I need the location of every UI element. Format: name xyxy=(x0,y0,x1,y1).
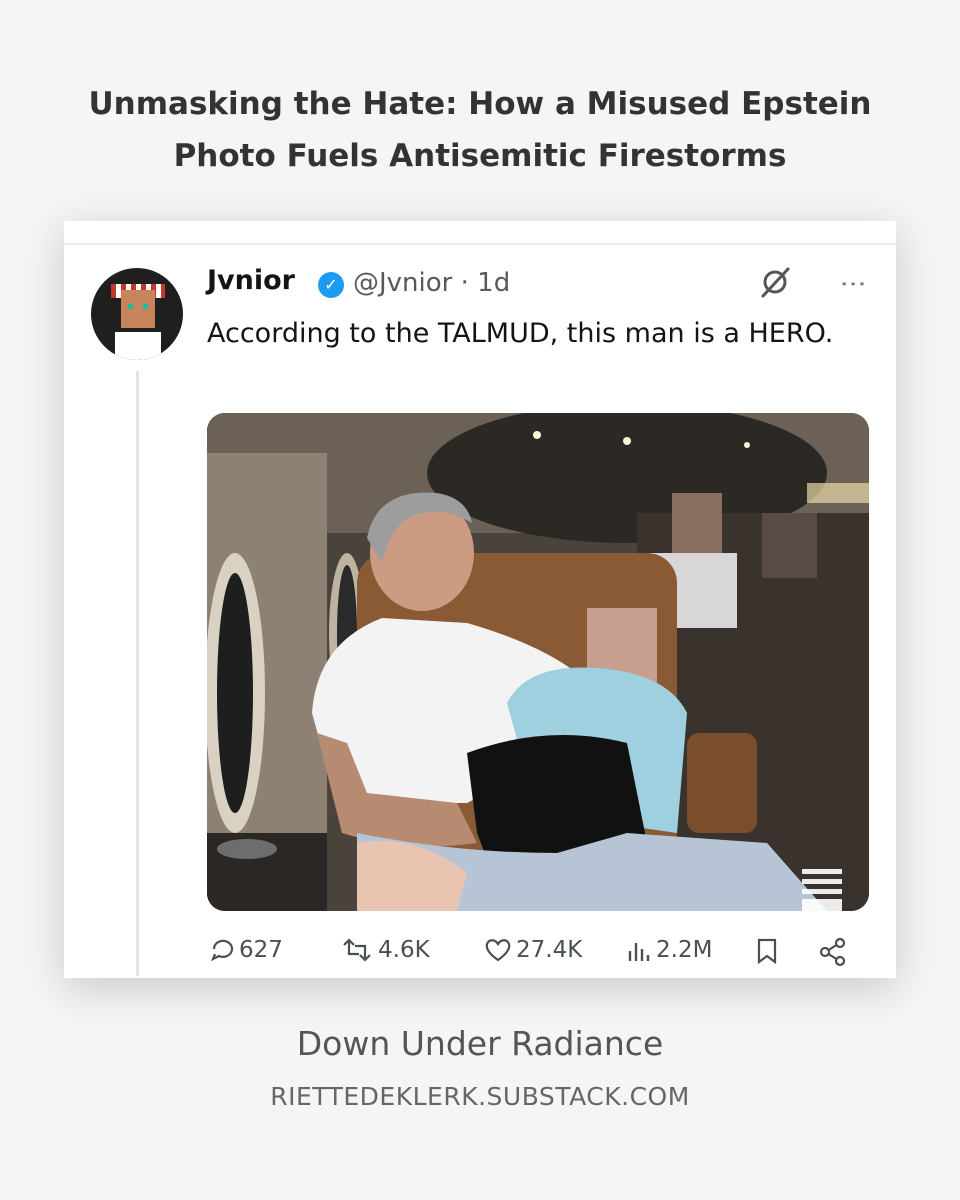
heart-icon xyxy=(485,939,511,962)
thread-line xyxy=(136,371,139,976)
like-button[interactable]: 27.4K xyxy=(484,937,582,963)
repost-icon xyxy=(343,938,371,962)
like-count: 27.4K xyxy=(516,937,583,963)
avatar[interactable] xyxy=(91,268,183,360)
verified-badge-icon: ✓ xyxy=(318,272,344,298)
more-options-icon[interactable]: ⋮ xyxy=(838,271,868,294)
share-button[interactable] xyxy=(818,937,848,967)
reply-count: 627 xyxy=(239,937,283,963)
share-icon xyxy=(819,937,846,967)
publication-name: Down Under Radiance xyxy=(296,1024,664,1063)
tweet-action-bar: 627 4.6K 27.4K 2.2M xyxy=(64,937,896,977)
post-headline: Unmasking the Hate: How a Misused Epstei… xyxy=(60,78,900,182)
tweet-handle-time[interactable]: @Jvnior · 1d xyxy=(353,268,510,298)
jet-cabin-photo xyxy=(207,413,869,911)
repost-count: 4.6K xyxy=(378,937,430,963)
repost-button[interactable]: 4.6K xyxy=(340,937,430,963)
divider xyxy=(64,243,896,245)
views-button[interactable]: 2.2M xyxy=(626,937,712,963)
tweet-photo[interactable] xyxy=(207,413,869,911)
bookmark-icon xyxy=(757,938,777,965)
reply-button[interactable]: 627 xyxy=(209,937,283,963)
tweet-display-name[interactable]: Jvnior xyxy=(207,265,295,296)
views-count: 2.2M xyxy=(656,937,713,963)
headline-line-2: Photo Fuels Antisemitic Firestorms xyxy=(173,138,787,174)
tweet-screenshot-card: Jvnior ✓ @Jvnior · 1d ⋮ According to the… xyxy=(64,221,896,978)
views-chart-icon xyxy=(628,943,650,961)
tweet-text: According to the TALMUD, this man is a H… xyxy=(207,318,834,349)
headline-line-1: Unmasking the Hate: How a Misused Epstei… xyxy=(88,86,872,122)
bookmark-button[interactable] xyxy=(756,937,778,965)
publication-url[interactable]: RIETTEDEKLERK.SUBSTACK.COM xyxy=(0,1082,960,1111)
grok-icon[interactable] xyxy=(758,265,792,299)
bookmark-ribbon-icon xyxy=(802,869,842,935)
reply-icon xyxy=(210,939,234,962)
